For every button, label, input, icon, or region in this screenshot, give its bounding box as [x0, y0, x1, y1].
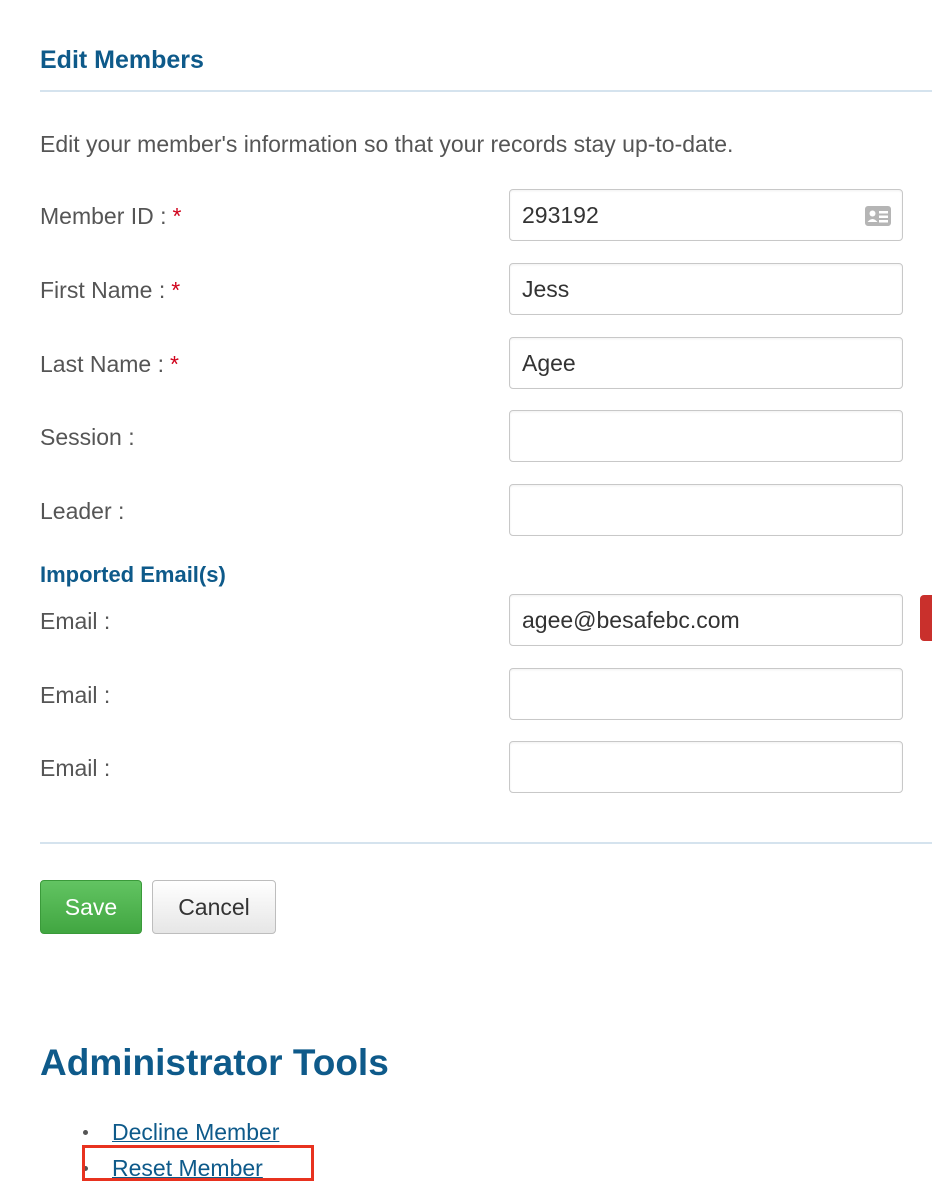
email-field-wrapper: [509, 741, 903, 793]
intro-text: Edit your member's information so that y…: [40, 131, 734, 157]
session-field-wrapper: [509, 410, 903, 462]
member-id-field-wrapper: [509, 189, 903, 241]
leader-row: Leader :: [40, 484, 932, 538]
required-mark: *: [172, 203, 182, 229]
last-name-input[interactable]: [510, 338, 902, 388]
required-mark: *: [171, 277, 181, 303]
email-row: Email :: [40, 741, 932, 795]
email-input[interactable]: [510, 595, 902, 645]
id-card-icon: [865, 206, 891, 226]
title-divider: [40, 90, 932, 92]
email-field-wrapper: [509, 668, 903, 720]
last-name-field-wrapper: [509, 337, 903, 389]
email-field-wrapper: [509, 594, 903, 646]
email-label: Email :: [40, 608, 111, 634]
email-input[interactable]: [510, 669, 902, 719]
email-input[interactable]: [510, 742, 902, 792]
first-name-field-wrapper: [509, 263, 903, 315]
session-label: Session :: [40, 424, 135, 450]
email-label: Email :: [40, 682, 111, 708]
session-row: Session :: [40, 410, 932, 464]
decline-member-link[interactable]: Decline Member: [112, 1119, 279, 1145]
leader-field-wrapper: [509, 484, 903, 536]
session-input[interactable]: [510, 411, 902, 461]
last-name-label: Last Name : *: [40, 351, 179, 377]
last-name-row: Last Name : *: [40, 337, 932, 391]
email-row: Email :: [40, 668, 932, 722]
remove-email-button[interactable]: [920, 595, 932, 641]
email-row: Email :: [40, 594, 932, 648]
cancel-button[interactable]: Cancel: [152, 880, 276, 934]
leader-label: Leader :: [40, 498, 125, 524]
member-id-row: Member ID : *: [40, 189, 932, 243]
email-label: Email :: [40, 755, 111, 781]
highlight-box: [82, 1145, 314, 1181]
leader-input[interactable]: [510, 485, 902, 535]
form-divider: [40, 842, 932, 844]
first-name-input[interactable]: [510, 264, 902, 314]
member-id-label: Member ID : *: [40, 203, 182, 229]
edit-members-page: Edit Members Edit your member's informat…: [0, 0, 932, 1190]
save-button[interactable]: Save: [40, 880, 142, 934]
bullet-icon: [83, 1130, 88, 1135]
admin-tools-title: Administrator Tools: [40, 1042, 389, 1083]
member-id-input[interactable]: [510, 190, 902, 240]
imported-emails-heading: Imported Email(s): [40, 562, 226, 587]
first-name-label: First Name : *: [40, 277, 181, 303]
first-name-row: First Name : *: [40, 263, 932, 317]
required-mark: *: [170, 351, 179, 377]
page-title: Edit Members: [40, 46, 204, 74]
